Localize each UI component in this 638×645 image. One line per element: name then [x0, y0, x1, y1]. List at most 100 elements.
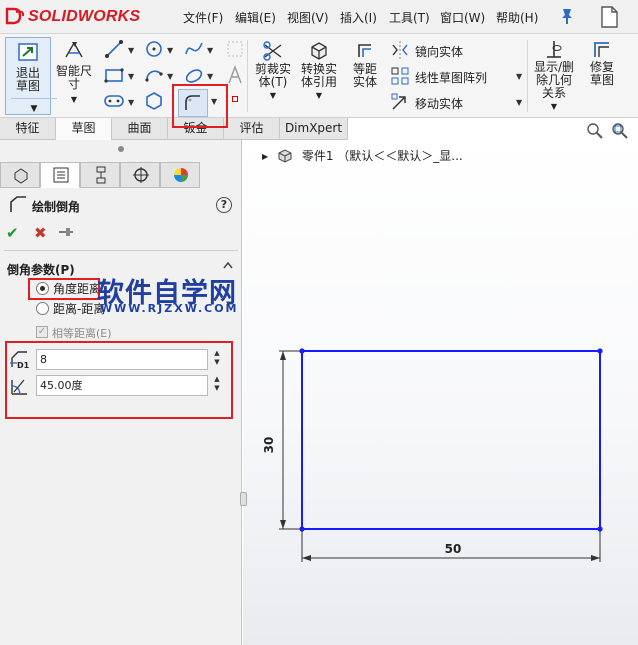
sketch-grid-icon[interactable] [224, 38, 246, 60]
trim-entities-button[interactable]: 剪裁实体(T) ▼ [252, 39, 294, 102]
repair-sketch-icon [594, 42, 609, 57]
property-manager-tab[interactable] [40, 162, 80, 188]
tab-surfaces[interactable]: 曲面 [112, 118, 168, 140]
polygon-icon[interactable] [143, 90, 165, 112]
logo-text: SOLIDWORKS [28, 8, 141, 25]
distance-spinner[interactable]: ▲ ▼ [211, 349, 223, 370]
angle-distance-radio[interactable] [36, 282, 49, 295]
angle-distance-label[interactable]: 角度距离 [53, 280, 101, 297]
ribbon-separator [527, 40, 528, 112]
dimxpert-manager-tab[interactable] [120, 162, 160, 188]
panel-grip[interactable] [118, 146, 124, 152]
menu-insert[interactable]: 插入(I) [340, 9, 377, 26]
manager-tabs [0, 162, 242, 188]
offset-entities-button[interactable]: 等距实体 [344, 39, 386, 89]
watermark-url: WWW.RJZXW.COM [100, 302, 239, 315]
property-manager: 绘制倒角 ? ✔ ✖ 倒角参数(P) 角度距离 距离-距离 ✓ 相等距离(E) … [0, 140, 242, 645]
command-manager: 退出草图 ▼ 智能尺寸 ▼ ▼ ▼ ▼ ▼ ▼ ▼ ▼ ▼ 剪裁实体(T) ▼ … [0, 34, 638, 118]
width-dimension[interactable]: 50 [301, 531, 601, 562]
menu-file[interactable]: 文件(F) [183, 9, 223, 26]
zoom-area-icon[interactable] [610, 121, 630, 141]
equal-distance-checkbox[interactable]: ✓ [36, 326, 48, 338]
distance-distance-radio[interactable] [36, 302, 49, 315]
slot-icon[interactable] [103, 90, 125, 112]
spline-dropdown[interactable]: ▼ [207, 46, 213, 55]
tab-sketch[interactable]: 草图 [56, 118, 112, 140]
tab-sheet-metal[interactable]: 钣金 [168, 118, 224, 140]
ellipse-dropdown[interactable]: ▼ [207, 72, 213, 81]
sketch-rectangle[interactable] [301, 350, 601, 530]
convert-entities-label: 转换实体引用 [300, 62, 337, 89]
mirror-label[interactable]: 镜向实体 [415, 43, 463, 60]
ok-check-button[interactable]: ✔ [6, 224, 19, 242]
linear-pattern-label[interactable]: 线性草图阵列 [415, 69, 487, 86]
move-entities-icon[interactable] [389, 91, 411, 113]
rectangle-icon[interactable] [103, 64, 125, 86]
appearance-icon [174, 168, 188, 182]
exit-sketch-button[interactable]: 退出草图 ▼ [5, 37, 57, 115]
sketch-point[interactable] [299, 526, 305, 532]
new-document-icon[interactable] [596, 4, 622, 30]
linear-pattern-dropdown[interactable]: ▼ [516, 72, 522, 81]
chamfer-parameters-header[interactable]: 倒角参数(P) [7, 261, 75, 278]
width-dimension-value[interactable]: 50 [445, 542, 462, 556]
solidworks-logo: SOLIDWORKS [4, 5, 154, 29]
distance-input[interactable]: 8 [36, 349, 208, 370]
circle-dropdown[interactable]: ▼ [167, 46, 173, 55]
angle-spinner[interactable]: ▲ ▼ [211, 375, 223, 396]
spline-icon[interactable] [183, 38, 205, 60]
linear-pattern-icon[interactable] [389, 65, 411, 87]
arc-dropdown[interactable]: ▼ [167, 72, 173, 81]
circle-icon[interactable] [143, 38, 165, 60]
tab-evaluate[interactable]: 评估 [224, 118, 280, 140]
smart-dimension-button[interactable]: 智能尺寸 ▼ [54, 39, 94, 106]
menu-tools[interactable]: 工具(T) [389, 9, 430, 26]
exit-sketch-icon [18, 43, 38, 61]
rectangle-dropdown[interactable]: ▼ [128, 72, 134, 81]
convert-entities-button[interactable]: 转换实体引用 ▼ [298, 39, 340, 102]
chevron-up-icon[interactable] [222, 260, 234, 270]
exit-sketch-dropdown[interactable]: ▼ [11, 98, 57, 118]
line-dropdown[interactable]: ▼ [128, 46, 134, 55]
arc-icon[interactable] [143, 64, 165, 86]
move-entities-dropdown[interactable]: ▼ [516, 98, 522, 107]
mirror-icon[interactable] [389, 39, 411, 61]
sketch-point[interactable] [597, 348, 603, 354]
zoom-to-fit-icon[interactable] [585, 121, 605, 141]
menu-window[interactable]: 窗口(W) [440, 9, 485, 26]
tab-features[interactable]: 特征 [0, 118, 56, 140]
sketch-fillet-dropdown[interactable]: ▼ [211, 97, 217, 106]
height-dimension[interactable]: 30 [262, 350, 300, 530]
trim-label: 剪裁实体(T) [254, 62, 291, 89]
move-entities-label[interactable]: 移动实体 [415, 95, 463, 112]
text-icon[interactable] [224, 64, 246, 86]
cancel-x-button[interactable]: ✖ [34, 224, 47, 242]
height-dimension-value[interactable]: 30 [262, 437, 276, 454]
sketch-fillet-button[interactable] [178, 89, 208, 117]
display-manager-tab[interactable] [160, 162, 200, 188]
angle-input[interactable]: 45.00度 [36, 375, 208, 396]
tab-dimxpert[interactable]: DimXpert [280, 118, 348, 140]
menu-view[interactable]: 视图(V) [287, 9, 329, 26]
repair-sketch-button[interactable]: 修复草图 [581, 39, 623, 87]
pin-icon[interactable] [558, 6, 576, 26]
menu-edit[interactable]: 编辑(E) [235, 9, 276, 26]
ellipse-icon[interactable] [183, 64, 205, 86]
line-icon[interactable] [103, 38, 125, 60]
configuration-manager-tab[interactable] [80, 162, 120, 188]
menu-help[interactable]: 帮助(H) [496, 9, 538, 26]
convert-entities-icon [311, 42, 327, 60]
sketch-fillet-icon [185, 95, 200, 110]
feature-tree-icon [14, 168, 28, 184]
keep-visible-pin-icon[interactable] [58, 226, 74, 238]
display-delete-relations-button[interactable]: 显示/删除几何关系 ▼ [531, 39, 577, 113]
sketch-canvas[interactable]: 30 50 [243, 140, 638, 645]
crosshair-icon [133, 167, 149, 183]
slot-dropdown[interactable]: ▼ [128, 98, 134, 107]
sketch-point[interactable] [299, 348, 305, 354]
title-bar: SOLIDWORKS 文件(F) 编辑(E) 视图(V) 插入(I) 工具(T)… [0, 0, 638, 34]
help-icon[interactable]: ? [216, 197, 232, 213]
sketch-point[interactable] [597, 526, 603, 532]
equal-distance-label: 相等距离(E) [52, 327, 112, 340]
feature-manager-tab[interactable] [0, 162, 40, 188]
